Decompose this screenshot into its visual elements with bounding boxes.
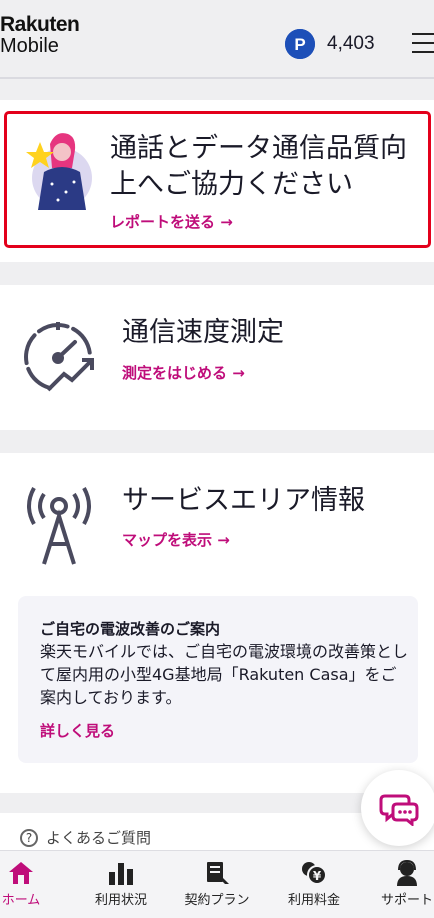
logo-line2: Mobile xyxy=(0,35,59,57)
nav-usage[interactable]: 利用状況 xyxy=(76,851,166,918)
home-signal-info-box: ご自宅の電波改善のご案内 楽天モバイルでは、ご自宅の電波環境の改善策として屋内用… xyxy=(18,596,418,763)
info-title: ご自宅の電波改善のご案内 xyxy=(40,620,221,638)
nav-support[interactable]: サポート xyxy=(362,851,434,918)
speedometer-icon xyxy=(24,322,94,392)
info-body: 楽天モバイルでは、ご自宅の電波環境の改善策として屋内用の小型4G基地局「Raku… xyxy=(40,642,409,707)
points-value: 4,403 xyxy=(327,33,375,54)
bar-chart-icon xyxy=(109,863,133,885)
speed-test-title: 通信速度測定 xyxy=(122,317,284,348)
svg-text:¥: ¥ xyxy=(313,869,322,883)
hamburger-menu-icon[interactable] xyxy=(412,33,434,55)
app-header: Rakuten Mobile P 4,403 xyxy=(0,0,434,85)
details-link[interactable]: 詳しく見る xyxy=(40,720,115,741)
support-icon xyxy=(397,860,417,886)
survey-title-line2: 上へご協力ください xyxy=(110,169,353,200)
logo-line1: Rakuten xyxy=(0,13,80,36)
nav-billing[interactable]: ¥ 利用料金 xyxy=(269,851,359,918)
help-circle-icon: ? xyxy=(20,828,38,847)
chat-support-button[interactable] xyxy=(361,770,434,846)
rakuten-mobile-logo[interactable]: Rakuten Mobile xyxy=(0,13,80,57)
faq-label-text: よくあるご質問 xyxy=(46,829,152,847)
nav-billing-label: 利用料金 xyxy=(287,893,340,908)
show-map-link[interactable]: マップを表示 → xyxy=(122,529,230,550)
survey-woman-star-icon xyxy=(26,133,92,210)
chat-bubble-icon xyxy=(379,794,419,826)
contract-icon xyxy=(207,862,229,884)
bottom-navigation: ホーム 利用状況 契約プラン ¥ 利用料金 サポート xyxy=(0,850,434,918)
start-measurement-link[interactable]: 測定をはじめる → xyxy=(122,362,245,383)
yen-coins-icon: ¥ xyxy=(302,862,327,885)
nav-usage-label: 利用状況 xyxy=(94,893,147,908)
nav-plan[interactable]: 契約プラン xyxy=(172,851,262,918)
home-icon xyxy=(9,862,33,884)
nav-home[interactable]: ホーム xyxy=(0,851,66,918)
points-balance[interactable]: P 4,403 xyxy=(285,29,375,59)
rakuten-points-icon: P xyxy=(285,29,315,59)
survey-title-line1: 通話とデータ通信品質向 xyxy=(110,133,407,164)
svg-text:P: P xyxy=(294,35,305,54)
nav-support-label: サポート xyxy=(380,893,433,908)
antenna-tower-icon xyxy=(27,487,91,565)
nav-plan-label: 契約プラン xyxy=(184,893,250,908)
service-area-title: サービスエリア情報 xyxy=(122,485,365,516)
faq-label: ? よくあるご質問 xyxy=(20,827,151,848)
send-report-link[interactable]: レポートを送る → xyxy=(110,211,233,232)
nav-home-label: ホーム xyxy=(1,893,41,908)
header-divider xyxy=(0,77,434,79)
